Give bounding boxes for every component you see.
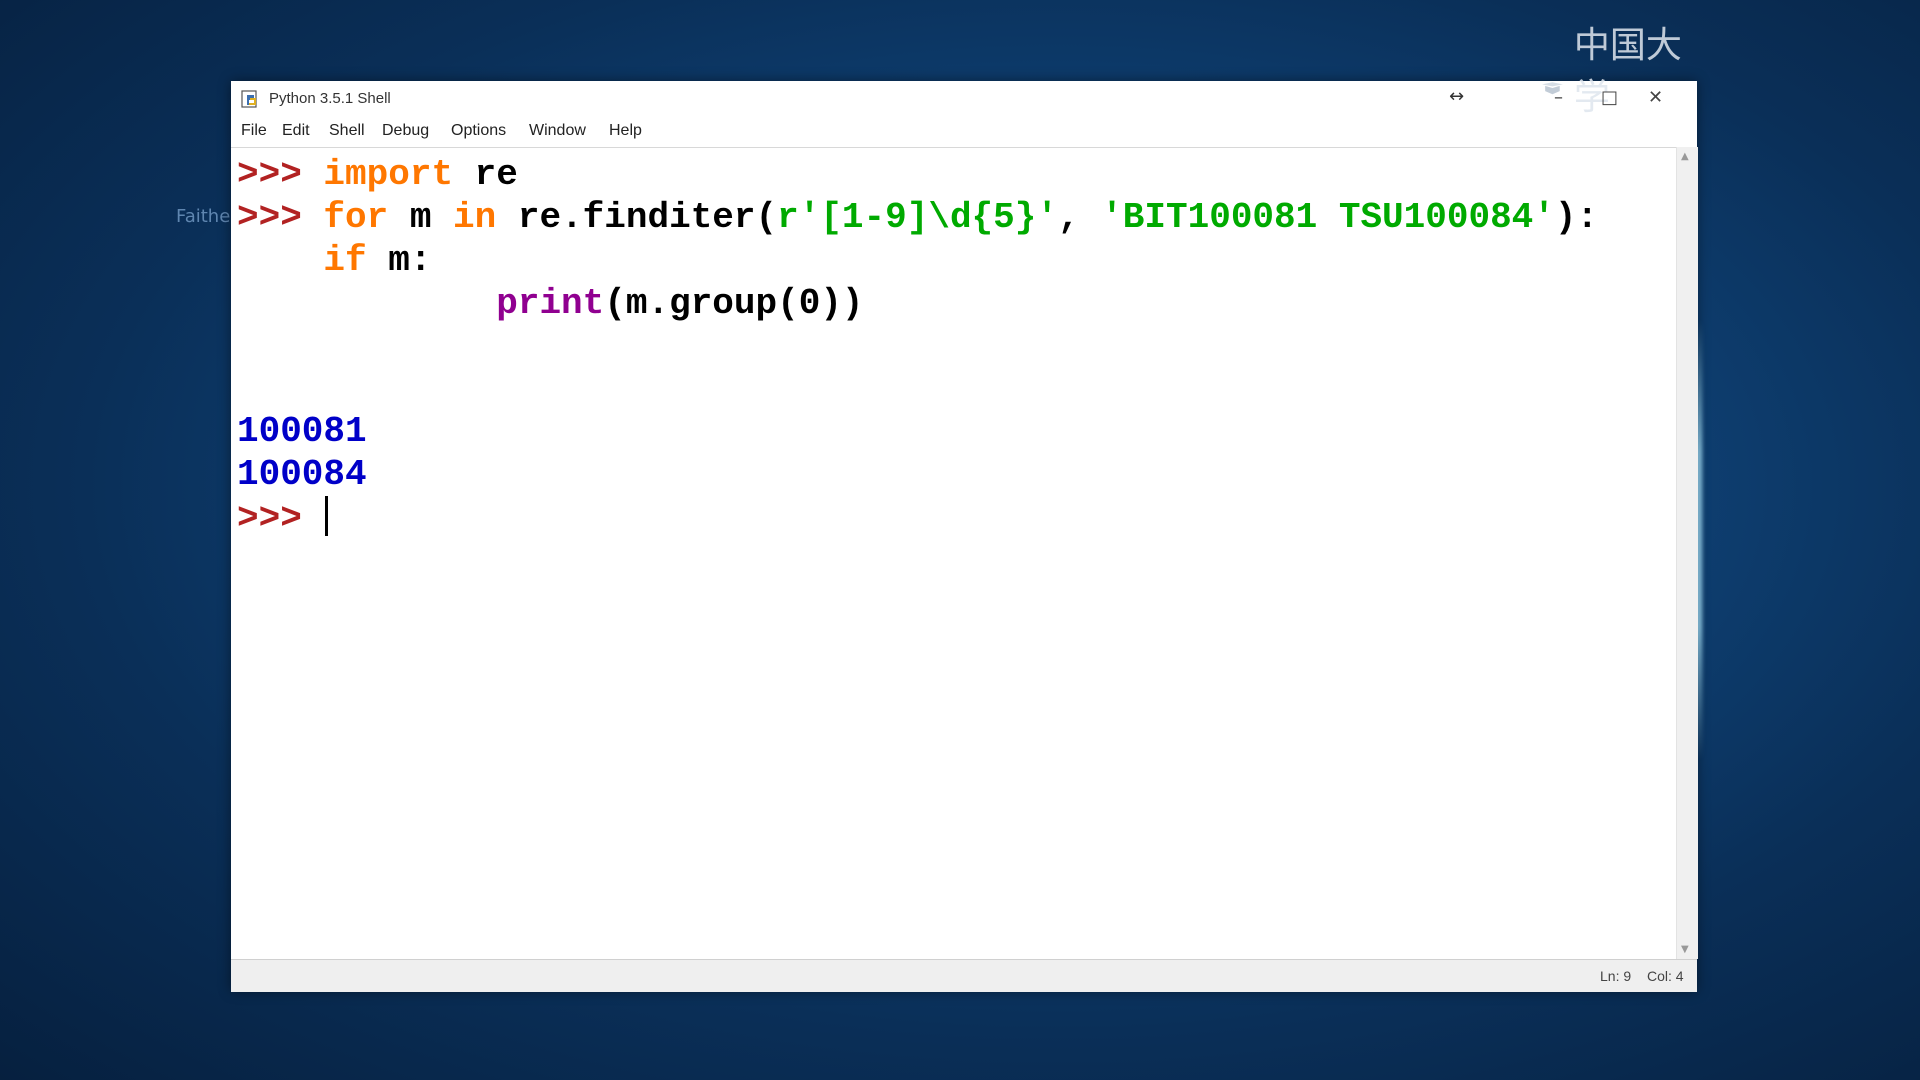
menu-options[interactable]: Options (451, 122, 506, 140)
keyword-if: if (323, 240, 367, 281)
idle-shell-window: Python 3.5.1 Shell ↔ 中国大学MOOC – □ ✕ File… (231, 24, 1698, 992)
shell-line-print: print(m.group(0)) (237, 282, 864, 325)
builtin-print: print (496, 283, 605, 324)
minimize-button[interactable]: – (1554, 87, 1563, 108)
shell-line-for: >>> for m in re.finditer(r'[1-9]\d{5}', … (237, 196, 1598, 239)
code-text: , (1057, 197, 1102, 238)
status-bar: Ln: 9 Col: 4 (231, 959, 1697, 992)
python-idle-icon (241, 90, 257, 108)
shell-line-if: if m: (237, 239, 431, 282)
keyword-import: import (323, 154, 454, 195)
prompt: >>> (237, 154, 324, 195)
code-text: (m.group(0)) (604, 283, 864, 324)
menu-window[interactable]: Window (529, 122, 586, 140)
code-text: m: (366, 240, 432, 281)
close-button[interactable]: ✕ (1648, 87, 1663, 108)
menu-edit[interactable]: Edit (282, 122, 310, 140)
code-text: m (388, 197, 454, 238)
shell-line-import: >>> import re (237, 153, 518, 196)
text-cursor (325, 496, 329, 536)
maximize-button[interactable]: □ (1601, 87, 1618, 108)
mooc-watermark: 中国大学MOOC (1541, 24, 1707, 161)
string-text: 'BIT100081 TSU100084' (1101, 197, 1555, 238)
vertical-scrollbar[interactable]: ▲ ▼ (1676, 147, 1698, 959)
status-column-number: Col: 4 (1647, 968, 1684, 984)
keyword-in: in (453, 197, 497, 238)
code-text: ): (1554, 197, 1599, 238)
keyword-for: for (323, 197, 389, 238)
menu-file[interactable]: File (241, 122, 267, 140)
prompt: >>> (237, 498, 324, 539)
resize-arrows-icon: ↔ (1449, 86, 1465, 107)
menu-help[interactable]: Help (609, 122, 642, 140)
menu-bar: File Edit Shell Debug Options Window Hel… (231, 117, 1697, 147)
prompt: >>> (237, 197, 324, 238)
menu-shell[interactable]: Shell (329, 122, 365, 140)
menu-debug[interactable]: Debug (382, 122, 429, 140)
title-bar[interactable]: Python 3.5.1 Shell ↔ 中国大学MOOC – □ ✕ (231, 24, 1697, 161)
shell-line-current: >>> (237, 496, 329, 540)
code-text: re.finditer( (496, 197, 778, 238)
code-text: re (453, 154, 518, 195)
scroll-down-arrow-icon[interactable]: ▼ (1681, 944, 1689, 955)
shell-text-area[interactable]: >>> import re >>> for m in re.finditer(r… (231, 147, 1676, 960)
window-title: Python 3.5.1 Shell (269, 90, 391, 107)
status-line-number: Ln: 9 (1600, 968, 1632, 984)
output-line: 100081 (237, 411, 367, 452)
string-pattern: r'[1-9]\d{5}' (777, 197, 1058, 238)
scroll-up-arrow-icon[interactable]: ▲ (1681, 151, 1689, 162)
desktop-label: Faithe (176, 206, 231, 227)
output-line: 100084 (237, 454, 367, 495)
